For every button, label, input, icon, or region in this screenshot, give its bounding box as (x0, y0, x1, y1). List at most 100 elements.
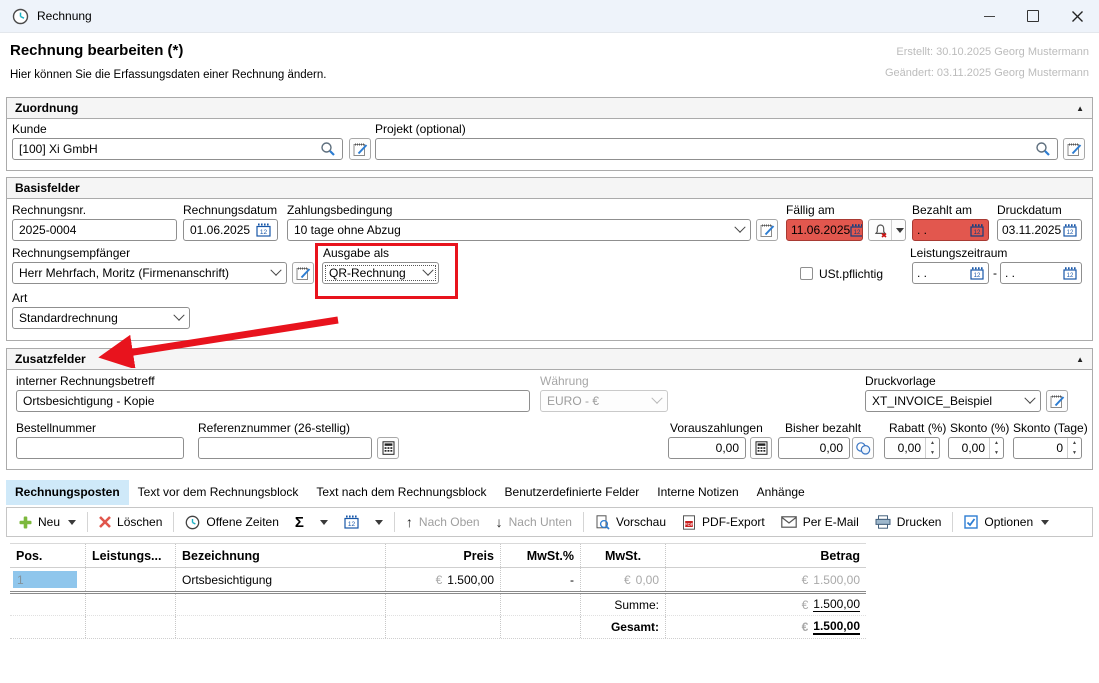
drucken-button[interactable]: Drucken (867, 515, 950, 529)
betrag-cell[interactable]: €1.500,00 (665, 568, 866, 591)
mwst-pct-cell[interactable]: - (500, 568, 580, 591)
bisher-label: Bisher bezahlt (785, 421, 861, 435)
referenznummer-label: Referenznummer (26-stellig) (198, 421, 350, 435)
pdf-export-button[interactable]: PDF PDF-Export (674, 515, 773, 530)
section-zuordnung-header[interactable]: Zuordnung ▲ (7, 98, 1092, 119)
leistung-cell[interactable] (85, 568, 175, 591)
skonto-tage-stepper[interactable]: 0 ▲▼ (1013, 437, 1082, 459)
ust-checkbox[interactable] (800, 267, 813, 280)
projekt-edit-button[interactable] (1063, 138, 1085, 160)
calendar-icon[interactable]: 12 (256, 223, 271, 237)
voraus-input[interactable]: 0,00 (668, 437, 746, 459)
chevron-down-icon (892, 220, 905, 240)
tab-text-nach[interactable]: Text nach dem Rechnungsblock (307, 480, 495, 505)
svg-text:12: 12 (260, 229, 268, 236)
skonto-tage-value: 0 (1014, 438, 1067, 458)
col-bezeichnung[interactable]: Bezeichnung (175, 544, 385, 567)
col-pos[interactable]: Pos. (10, 544, 85, 567)
faellig-input[interactable]: 11.06.2025 12 (786, 219, 863, 241)
stepper-buttons[interactable]: ▲▼ (925, 438, 939, 458)
reminder-split-button[interactable] (868, 219, 906, 241)
bezeichnung-cell[interactable]: Ortsbesichtigung (175, 568, 385, 591)
per-email-button[interactable]: Per E-Mail (773, 515, 867, 529)
printer-icon (875, 515, 891, 529)
calendar-icon[interactable]: 12 (1063, 224, 1077, 237)
tab-benutzerdefinierte-felder[interactable]: Benutzerdefinierte Felder (496, 480, 649, 505)
voraus-calc-button[interactable] (750, 437, 772, 459)
leistung-bis-input[interactable]: . . 12 (1000, 262, 1082, 284)
referenznummer-input[interactable] (198, 437, 372, 459)
bisher-value: 0,00 (820, 441, 843, 455)
items-toolbar: Neu Löschen Offene Zeiten Σ 12 ↑ Nach Ob… (6, 507, 1093, 537)
calendar-icon[interactable]: 12 (850, 224, 863, 237)
zahlungsbedingung-select[interactable]: 10 tage ohne Abzug (287, 219, 751, 241)
maximize-button[interactable] (1011, 0, 1055, 32)
druckvorlage-select[interactable]: XT_INVOICE_Beispiel (865, 390, 1041, 412)
nach-unten-button[interactable]: ↓ Nach Unten (488, 514, 580, 530)
projekt-input[interactable] (375, 138, 1058, 160)
ausgabe-select[interactable]: QR-Rechnung (322, 262, 439, 284)
window-titlebar: Rechnung (0, 0, 1099, 33)
col-preis[interactable]: Preis (385, 544, 500, 567)
loeschen-button[interactable]: Löschen (91, 515, 170, 529)
empfaenger-edit-button[interactable] (292, 262, 314, 284)
rechnungsdatum-label: Rechnungsdatum (183, 203, 277, 217)
rechnungsdatum-input[interactable]: 01.06.2025 12 (183, 219, 278, 241)
druckvorlage-edit-button[interactable] (1046, 390, 1068, 412)
sum-button[interactable]: Σ (287, 514, 336, 531)
betreff-input[interactable]: Ortsbesichtigung - Kopie (16, 390, 530, 412)
leistung-bis-value: . . (1005, 266, 1015, 280)
table-row[interactable]: 1 Ortsbesichtigung €1.500,00 - €0,00 €1.… (10, 568, 866, 594)
neu-button[interactable]: Neu (11, 515, 84, 529)
close-button[interactable] (1055, 0, 1099, 32)
preis-cell[interactable]: €1.500,00 (385, 568, 500, 591)
kunde-input[interactable]: [100] Xi GmbH (12, 138, 343, 160)
calendar-icon[interactable]: 12 (1063, 267, 1077, 280)
nach-oben-button[interactable]: ↑ Nach Oben (398, 514, 488, 530)
pdf-icon: PDF (682, 515, 696, 530)
tab-anhaenge[interactable]: Anhänge (748, 480, 814, 505)
calendar-tool-button[interactable]: 12 (336, 515, 391, 529)
empfaenger-select[interactable]: Herr Mehrfach, Moritz (Firmenanschrift) (12, 262, 287, 284)
art-select[interactable]: Standardrechnung (12, 307, 190, 329)
optionen-button[interactable]: Optionen (956, 515, 1057, 529)
calendar-icon[interactable]: 12 (970, 267, 984, 280)
tab-rechnungsposten[interactable]: Rechnungsposten (6, 480, 129, 505)
vorschau-button[interactable]: Vorschau (587, 515, 674, 530)
leistung-von-input[interactable]: . . 12 (912, 262, 989, 284)
zahlungsbedingung-edit-button[interactable] (756, 219, 778, 241)
kunde-edit-button[interactable] (349, 138, 371, 160)
bestellnummer-input[interactable] (16, 437, 184, 459)
referenznummer-calc-button[interactable] (377, 437, 399, 459)
search-icon[interactable] (320, 141, 336, 157)
mwst-cell[interactable]: €0,00 (580, 568, 665, 591)
page-subtitle: Hier können Sie die Erfassungsdaten eine… (10, 69, 326, 81)
search-icon[interactable] (1035, 141, 1051, 157)
calculator-icon (755, 441, 768, 455)
pos-cell-selected[interactable]: 1 (13, 571, 77, 588)
rabatt-stepper[interactable]: 0,00 ▲▼ (884, 437, 940, 459)
skonto-stepper[interactable]: 0,00 ▲▼ (948, 437, 1004, 459)
section-zusatzfelder-header[interactable]: Zusatzfelder ▲ (7, 349, 1092, 370)
summe-label: Summe: (580, 594, 665, 615)
minimize-button[interactable] (967, 0, 1011, 32)
col-mwst[interactable]: MwSt. (580, 544, 665, 567)
col-mwst-pct[interactable]: MwSt.% (500, 544, 580, 567)
col-leistung[interactable]: Leistungs... (85, 544, 175, 567)
col-betrag[interactable]: Betrag (665, 544, 866, 567)
stepper-buttons[interactable]: ▲▼ (1067, 438, 1081, 458)
bisher-payments-button[interactable] (852, 437, 874, 459)
collapse-icon[interactable]: ▲ (1076, 104, 1084, 113)
stepper-buttons[interactable]: ▲▼ (989, 438, 1003, 458)
tab-interne-notizen[interactable]: Interne Notizen (648, 480, 747, 505)
bezahlt-input[interactable]: . . 12 (912, 219, 989, 241)
rechnungsnr-input[interactable]: 2025-0004 (12, 219, 177, 241)
druckdatum-input[interactable]: 03.11.2025 12 (997, 219, 1082, 241)
section-basisfelder-header[interactable]: Basisfelder (7, 178, 1092, 199)
collapse-icon[interactable]: ▲ (1076, 355, 1084, 364)
calendar-icon[interactable]: 12 (970, 224, 984, 237)
section-basisfelder-title: Basisfelder (15, 181, 80, 195)
tab-text-vor[interactable]: Text vor dem Rechnungsblock (129, 480, 308, 505)
bisher-input[interactable]: 0,00 (778, 437, 850, 459)
offene-zeiten-button[interactable]: Offene Zeiten (177, 515, 287, 530)
